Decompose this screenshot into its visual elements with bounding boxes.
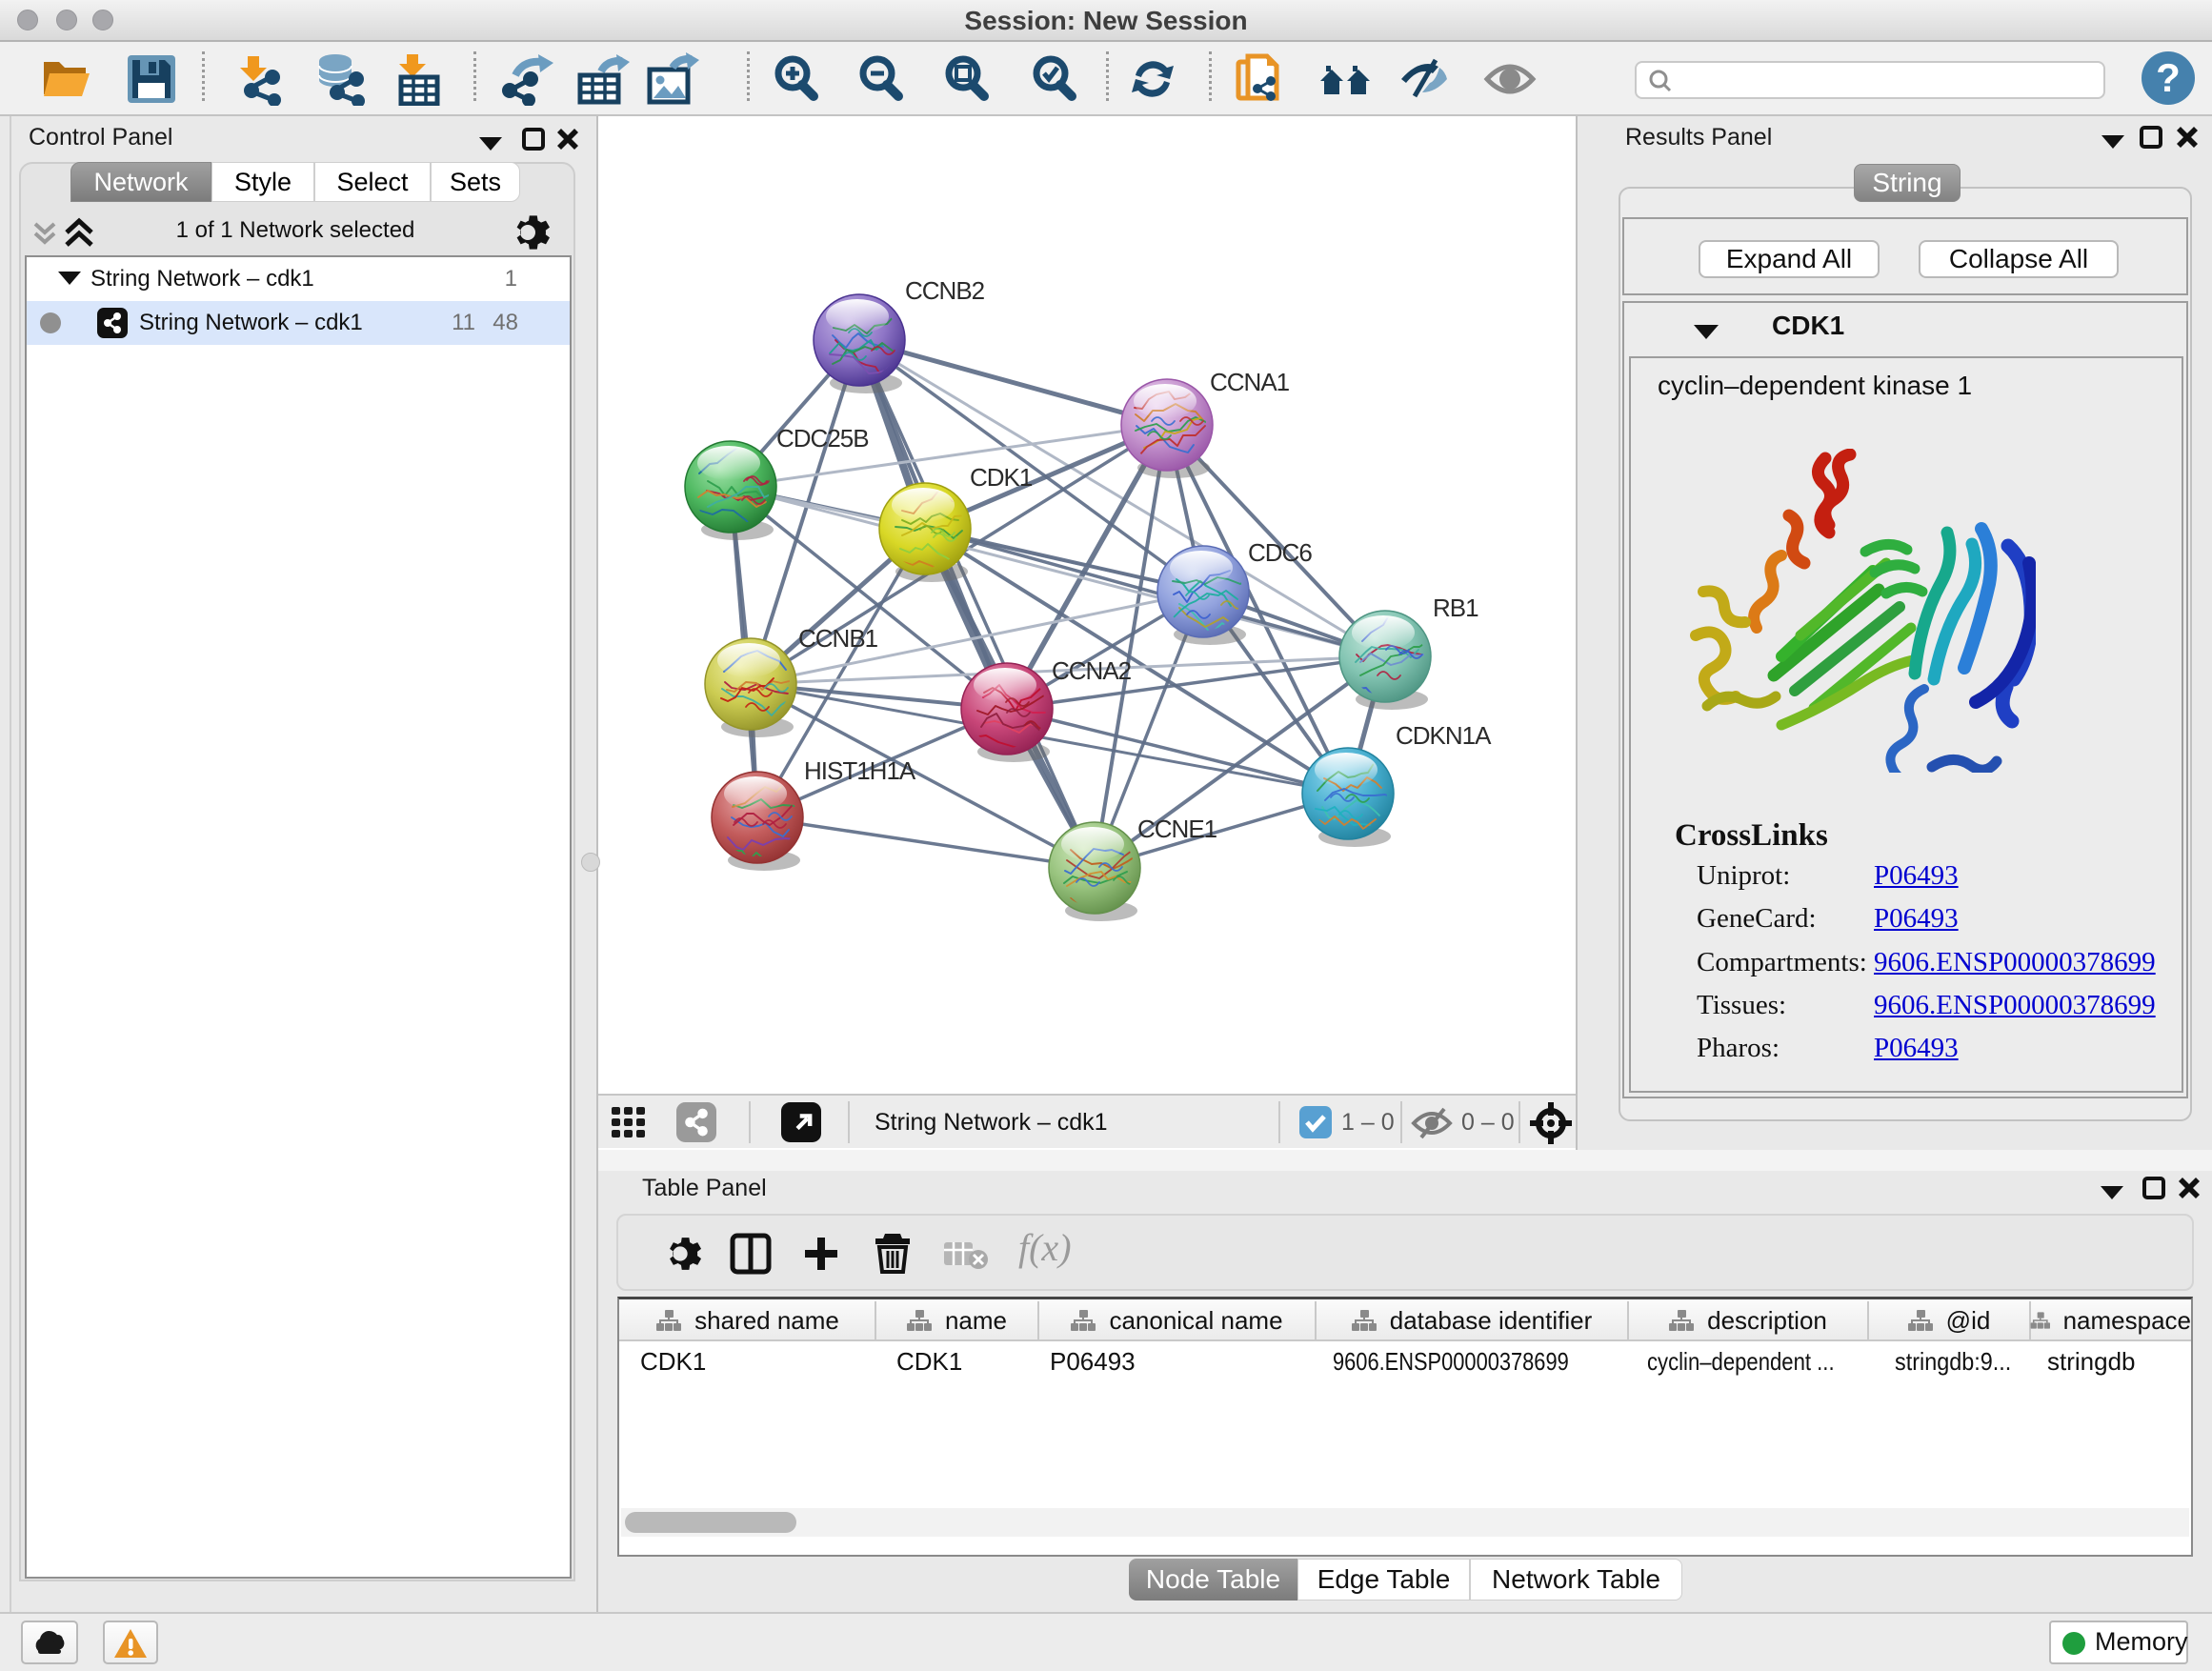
svg-text:CCNB2: CCNB2: [905, 276, 985, 305]
svg-text:CCNB1: CCNB1: [798, 624, 878, 653]
svg-text:RB1: RB1: [1433, 594, 1478, 622]
svg-text:CDK1: CDK1: [970, 463, 1033, 492]
svg-text:?: ?: [2156, 55, 2181, 100]
svg-text:CDC25B: CDC25B: [776, 424, 869, 453]
svg-text:CDC6: CDC6: [1248, 538, 1312, 567]
svg-text:CCNA2: CCNA2: [1052, 656, 1132, 685]
svg-text:CCNE1: CCNE1: [1137, 815, 1217, 843]
svg-text:CDKN1A: CDKN1A: [1396, 721, 1492, 750]
svg-text:HIST1H1A: HIST1H1A: [804, 756, 916, 785]
svg-text:CCNA1: CCNA1: [1210, 368, 1290, 396]
